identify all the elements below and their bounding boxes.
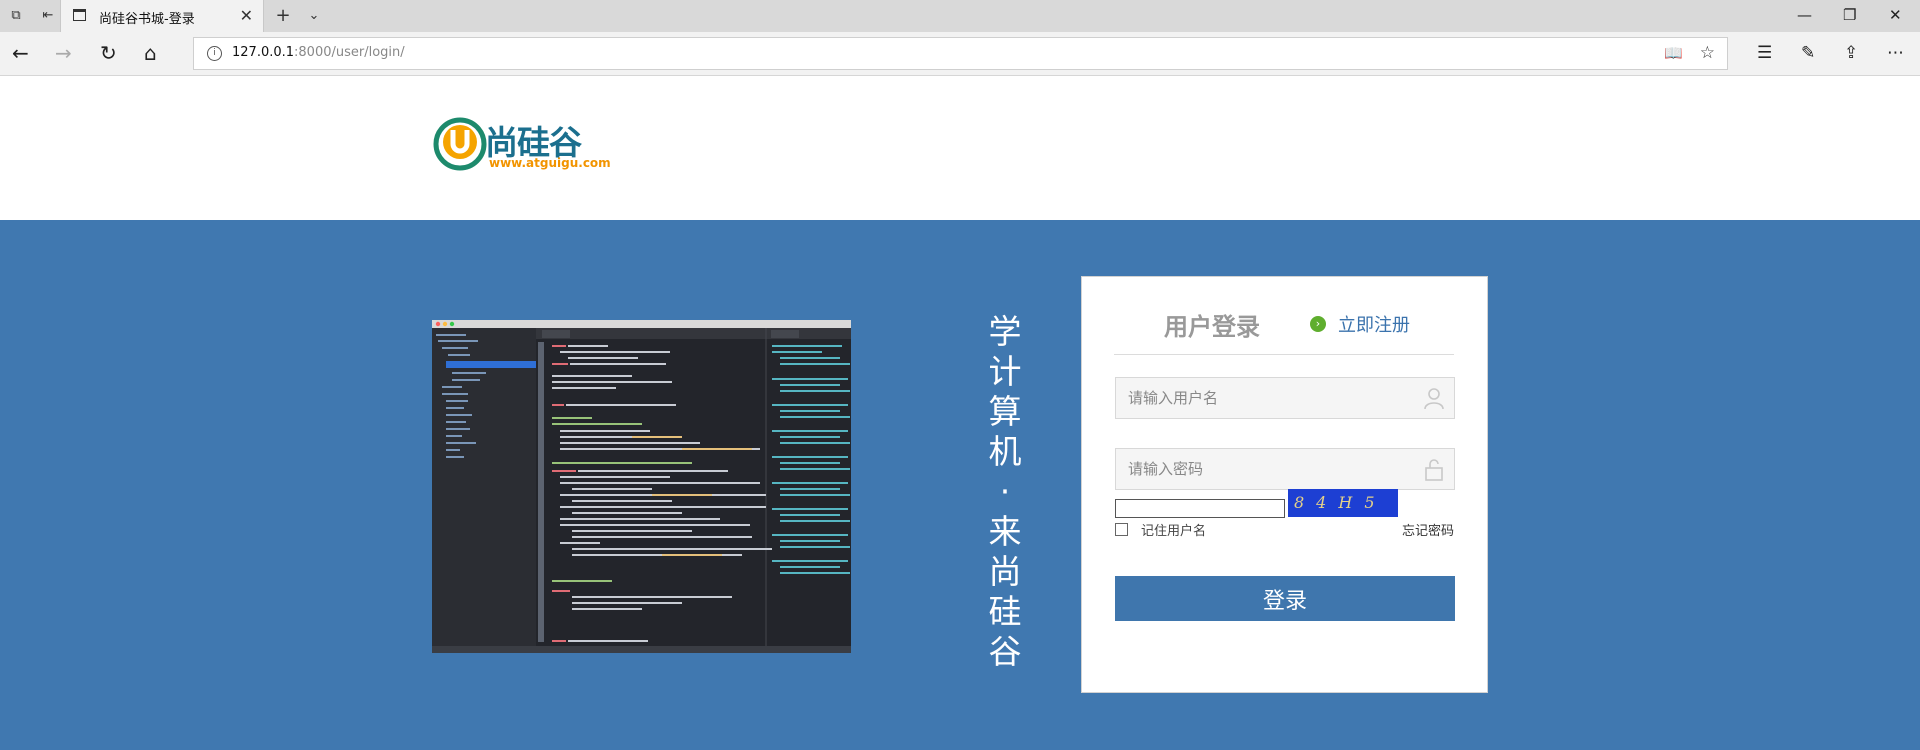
arrow-right-circle-icon[interactable]: › xyxy=(1310,316,1326,332)
forward-icon[interactable]: → xyxy=(55,42,72,64)
address-bar[interactable]: i 127.0.0.1:8000/user/login/ 📖 ☆ xyxy=(193,37,1728,70)
site-header: 尚硅谷 www.atguigu.com xyxy=(0,76,1920,220)
divider xyxy=(1114,354,1454,355)
slogan-char: 谷 xyxy=(988,632,1022,671)
tab-actions-icon[interactable]: ⧉ xyxy=(8,8,24,24)
more-menu-icon[interactable]: ⋯ xyxy=(1887,43,1904,63)
slogan-char: 学 xyxy=(988,312,1022,351)
slogan-char: · xyxy=(999,472,1011,511)
tab-preview-chevron-icon[interactable]: ⌄ xyxy=(306,8,322,24)
forgot-password-link[interactable]: 忘记密码 xyxy=(1402,520,1454,539)
user-icon xyxy=(1424,388,1444,410)
new-tab-icon[interactable]: + xyxy=(275,7,291,25)
slogan-char: 来 xyxy=(988,512,1022,551)
share-icon[interactable]: ⇪ xyxy=(1844,43,1858,63)
page-icon xyxy=(73,9,86,21)
slogan-char: 机 xyxy=(988,432,1022,471)
login-panel: 用户登录 › 立即注册 84H5 记住用户名 忘记密码 登录 xyxy=(1081,276,1488,693)
register-link[interactable]: 立即注册 xyxy=(1338,311,1410,337)
password-input[interactable] xyxy=(1116,449,1418,489)
captcha-image[interactable]: 84H5 xyxy=(1288,489,1398,517)
logo-domain: www.atguigu.com xyxy=(489,156,611,170)
refresh-icon[interactable]: ↻ xyxy=(100,42,117,64)
remember-username-checkbox[interactable] xyxy=(1115,523,1128,536)
captcha-text: 84H5 xyxy=(1294,493,1387,512)
favorites-list-icon[interactable]: ☰ xyxy=(1757,43,1772,63)
reading-view-icon[interactable]: 📖 xyxy=(1664,44,1683,62)
slogan-char: 算 xyxy=(988,392,1022,431)
set-tabs-aside-icon[interactable]: ⇤ xyxy=(40,8,56,24)
tab-active[interactable]: 尚硅谷书城-登录 ✕ xyxy=(60,0,264,32)
remember-username-label: 记住用户名 xyxy=(1141,524,1207,539)
restore-icon[interactable]: ❐ xyxy=(1843,6,1856,24)
password-field[interactable] xyxy=(1115,448,1455,490)
username-field[interactable] xyxy=(1115,377,1455,419)
back-icon[interactable]: ← xyxy=(12,42,29,64)
home-icon[interactable]: ⌂ xyxy=(144,42,157,64)
window-close-icon[interactable]: ✕ xyxy=(1889,6,1902,24)
slogan-char: 计 xyxy=(988,352,1022,391)
login-banner: 学 计 算 机 · 来 尚 硅 谷 用户登录 › 立即注册 请输入用户名 84H… xyxy=(0,220,1920,750)
site-info-icon[interactable]: i xyxy=(207,46,222,61)
slogan-vertical: 学 计 算 机 · 来 尚 硅 谷 xyxy=(975,312,1035,672)
captcha-input[interactable] xyxy=(1115,499,1285,518)
favorite-star-icon[interactable]: ☆ xyxy=(1700,43,1715,63)
code-screenshot-image xyxy=(432,320,851,653)
browser-tab-strip: ⧉ ⇤ 尚硅谷书城-登录 ✕ + ⌄ — ❐ ✕ xyxy=(0,0,1920,32)
username-input[interactable] xyxy=(1116,378,1418,418)
slogan-char: 尚 xyxy=(988,552,1022,591)
atguigu-logo[interactable]: 尚硅谷 www.atguigu.com xyxy=(433,114,613,174)
url-text[interactable]: 127.0.0.1:8000/user/login/ xyxy=(232,45,405,60)
tab-close-icon[interactable]: ✕ xyxy=(240,6,253,25)
login-button[interactable]: 登录 xyxy=(1115,576,1455,621)
pen-icon[interactable]: ✎ xyxy=(1801,43,1815,63)
slogan-char: 硅 xyxy=(988,592,1022,631)
tab-title: 尚硅谷书城-登录 xyxy=(99,12,195,27)
address-toolbar: ← → ↻ ⌂ i 127.0.0.1:8000/user/login/ 📖 ☆… xyxy=(0,32,1920,76)
minimize-icon[interactable]: — xyxy=(1797,6,1812,24)
login-title: 用户登录 xyxy=(1164,313,1260,341)
lock-icon xyxy=(1425,459,1443,481)
